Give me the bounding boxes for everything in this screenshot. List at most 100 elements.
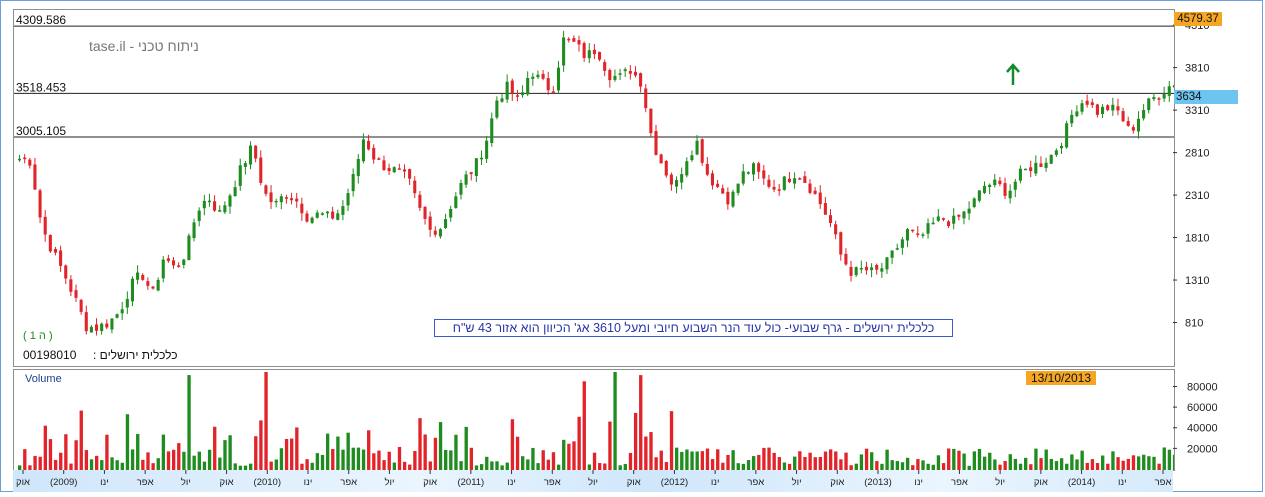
candle-body — [213, 201, 217, 211]
volume-bar — [1039, 458, 1043, 470]
volume-bar — [433, 437, 438, 470]
volume-bar — [274, 459, 278, 470]
time-tick-label: ינו — [507, 477, 516, 488]
candle-body — [926, 223, 930, 234]
time-tick-label: אוק — [1034, 477, 1048, 488]
candle-body — [1157, 98, 1161, 100]
volume-bar — [1121, 460, 1125, 470]
candle-body — [84, 312, 88, 332]
volume-bar — [526, 459, 530, 470]
candle-body — [105, 323, 109, 328]
volume-bar — [803, 456, 807, 470]
volume-bar — [341, 449, 345, 470]
candle-body — [515, 95, 519, 97]
last-price-badge: 3634 — [1174, 90, 1238, 104]
volume-tick-label: 40000 — [1187, 423, 1218, 435]
candle-body — [762, 170, 766, 179]
volume-bar — [1101, 455, 1105, 470]
candle-body — [94, 324, 99, 331]
volume-bar — [495, 461, 499, 470]
volume-bar — [325, 433, 330, 470]
candle-body — [972, 198, 976, 207]
volume-panel[interactable] — [13, 369, 1177, 471]
candle-body — [777, 189, 781, 191]
volume-bar — [721, 462, 725, 470]
volume-bar — [413, 450, 417, 470]
candle-body — [397, 168, 401, 170]
candle-body — [582, 43, 586, 58]
volume-bar — [177, 443, 181, 470]
volume-bar — [84, 450, 89, 470]
volume-bar — [952, 448, 956, 470]
time-tick-label: ינו — [304, 477, 313, 488]
candle-body — [931, 222, 935, 225]
volume-bar — [1034, 448, 1038, 470]
candle-body — [449, 208, 453, 218]
time-tick-label: ינו — [100, 477, 109, 488]
volume-bar — [726, 454, 730, 470]
volume-bar — [459, 461, 463, 470]
candle-body — [177, 265, 181, 267]
time-tick-label: (2010) — [254, 477, 281, 488]
candle-body — [351, 174, 355, 192]
candle-body — [813, 190, 817, 194]
volume-bar — [947, 448, 951, 470]
candle-body — [710, 173, 714, 186]
volume-bar — [259, 420, 263, 470]
candle-body — [998, 180, 1002, 184]
stock-name: כלכלית ירושלים : — [93, 348, 178, 362]
candle-body — [782, 176, 786, 190]
candle-body — [1136, 118, 1141, 132]
candle-body — [259, 157, 263, 183]
candle-body — [500, 98, 504, 102]
candle-body — [64, 265, 68, 279]
candle-body — [413, 180, 417, 194]
volume-bar — [166, 451, 171, 470]
volume-bar — [207, 449, 212, 470]
candle-body — [18, 158, 22, 161]
volume-bar — [551, 452, 556, 470]
candle-body — [53, 249, 58, 253]
volume-bar — [1085, 462, 1089, 470]
candle-body — [361, 139, 365, 162]
volume-bar — [982, 456, 987, 470]
volume-bar — [120, 462, 124, 470]
candle-body — [875, 264, 879, 270]
volume-bar — [690, 451, 694, 470]
candle-body — [716, 183, 720, 187]
candle-body — [905, 229, 910, 241]
price-panel[interactable]: 4309.586 3518.453 3005.105 — [13, 9, 1176, 367]
volume-bar — [182, 451, 186, 470]
volume-bar — [767, 447, 771, 470]
candle-body — [490, 118, 494, 144]
candle-body — [921, 234, 925, 236]
candle-body — [300, 203, 304, 214]
candle-body — [988, 184, 992, 188]
level-label: 3005.105 — [16, 124, 66, 138]
volume-bar — [900, 462, 905, 470]
time-tick-label: אוק — [220, 477, 234, 488]
time-tick-label: אפר — [951, 477, 968, 488]
candle-body — [43, 216, 47, 235]
volume-bar — [972, 451, 977, 470]
candle-body — [772, 186, 776, 190]
volume-bar — [823, 451, 828, 470]
candle-body — [598, 52, 602, 60]
chart-caption: כלכלית ירושלים - גרף שבועי- כול עוד הנר … — [434, 319, 953, 337]
price-tick-label: 1810 — [1185, 233, 1209, 245]
volume-bar — [515, 436, 520, 470]
time-tick-label: אוק — [423, 477, 437, 488]
series-label: ( 1 ה ) — [23, 330, 53, 342]
volume-tick-label: 20000 — [1187, 443, 1218, 455]
candle-body — [59, 250, 63, 266]
candle-body — [382, 160, 386, 171]
candle-body — [485, 140, 489, 159]
volume-title: Volume — [25, 373, 62, 385]
candle-body — [171, 260, 176, 266]
volume-bar — [793, 456, 797, 470]
volume-bar — [772, 452, 776, 470]
volume-bar — [1054, 461, 1059, 470]
volume-bar — [346, 432, 350, 470]
candle-body — [890, 250, 894, 258]
volume-bar — [130, 449, 135, 470]
